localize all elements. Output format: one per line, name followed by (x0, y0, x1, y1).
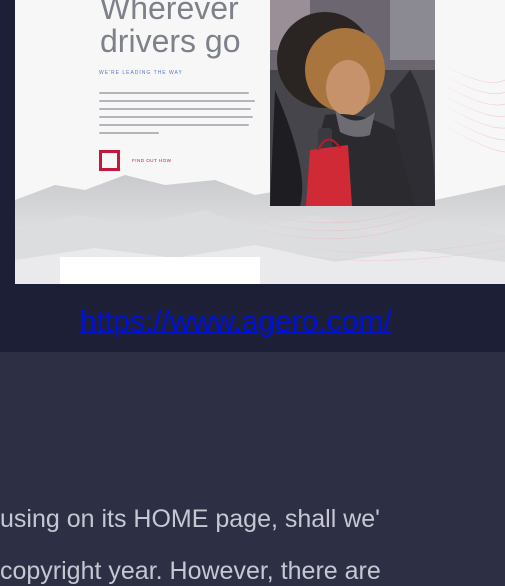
paragraph-line-1: using on its HOME page, shall we' (0, 505, 380, 533)
paragraph-line-2: copyright year. However, there are (0, 557, 381, 585)
screenshot-frame: Wherever drivers go WE'RE LEADING THE WA… (0, 0, 505, 352)
preview-body-text (99, 92, 255, 140)
woman-photo (270, 0, 435, 206)
preview-cta-square (99, 150, 120, 171)
agero-link[interactable]: https://www.agero.com/ (80, 305, 392, 339)
preview-cta-label: FIND OUT HOW (132, 158, 172, 163)
preview-headline: Wherever drivers go (100, 0, 241, 58)
preview-white-card (60, 257, 260, 284)
preview-tagline: WE'RE LEADING THE WAY (99, 70, 183, 76)
headline-line-2: drivers go (100, 23, 241, 59)
headline-line-1: Wherever (100, 0, 239, 26)
website-preview-image: Wherever drivers go WE'RE LEADING THE WA… (15, 0, 505, 284)
